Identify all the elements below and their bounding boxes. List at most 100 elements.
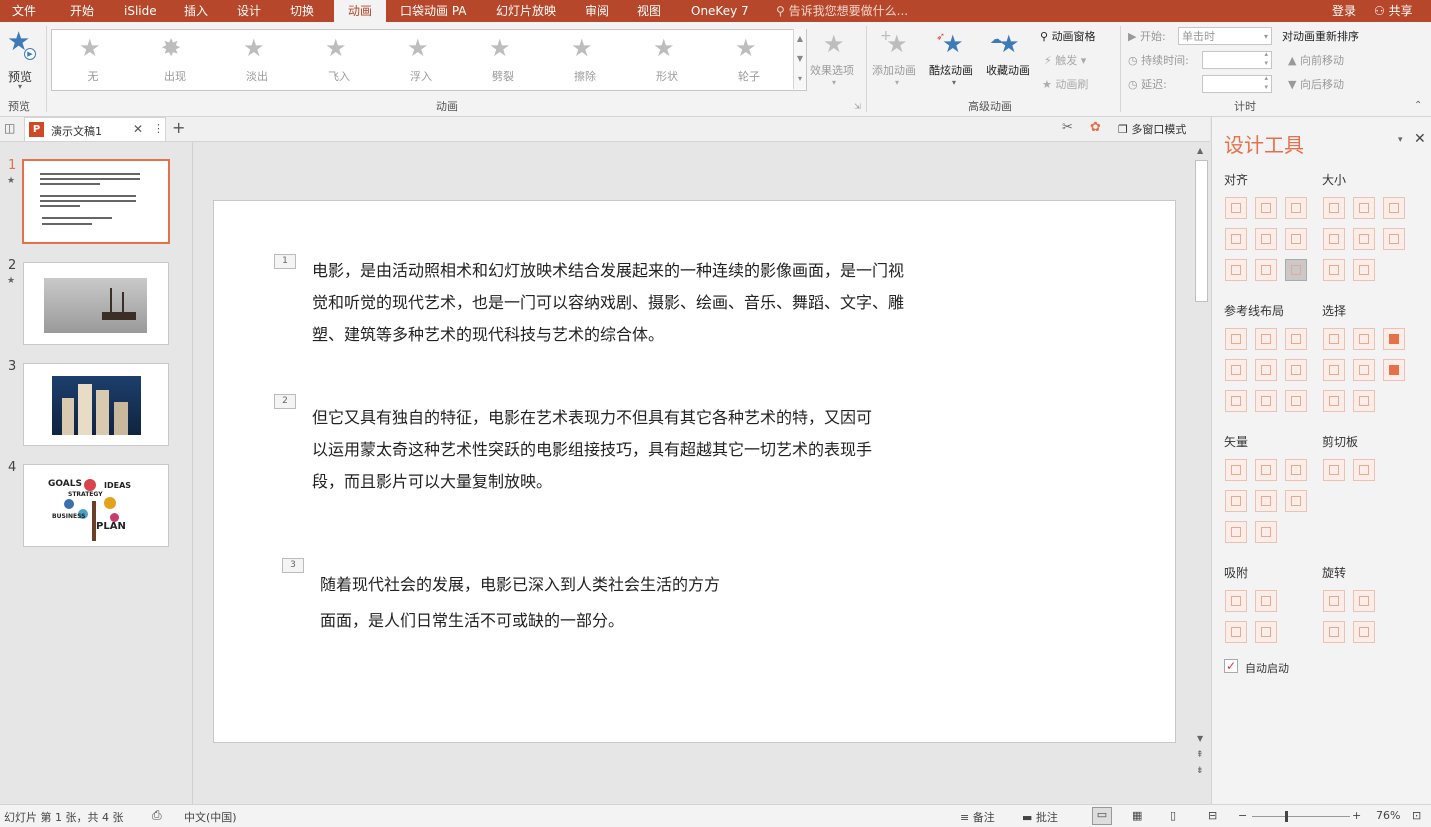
menu-design[interactable]: 设计 [233, 0, 265, 22]
pin-icon[interactable]: ✂ [1062, 120, 1073, 135]
same-width-icon[interactable] [1323, 197, 1345, 219]
multi-window-button[interactable]: ❐ 多窗口模式 [1118, 121, 1186, 137]
animation-tag-3[interactable]: 3 [282, 558, 304, 573]
guide-grid-icon[interactable] [1285, 390, 1307, 412]
cursor-select-icon[interactable] [1383, 359, 1405, 381]
trigger-button[interactable]: ⚡ 触发 ▾ [1044, 52, 1086, 68]
favorite-animation-button[interactable]: ★ ☁ 收藏动画 [984, 26, 1038, 92]
anim-appear[interactable]: ✸ 出现 [134, 30, 216, 90]
menu-transitions[interactable]: 切换 [286, 0, 318, 22]
next-slide-icon[interactable]: ⇟ [1196, 766, 1204, 776]
fit-height-icon[interactable] [1353, 259, 1375, 281]
tab-document[interactable]: P 演示文稿1 ✕ ⋮ [24, 117, 166, 141]
stretch-width-icon[interactable] [1323, 228, 1345, 250]
flip-horizontal-icon[interactable] [1353, 590, 1375, 612]
scroll-up-icon[interactable]: ▲ [794, 29, 806, 49]
scroll-down-icon[interactable]: ▼ [1197, 734, 1203, 743]
spinner-icon[interactable]: ▴ ▾ [1264, 50, 1268, 68]
rotate-right-icon[interactable] [1353, 621, 1375, 643]
scroll-down-icon[interactable]: ▼ [794, 49, 806, 69]
close-icon[interactable]: ✕ [133, 122, 143, 136]
anim-wipe[interactable]: ★ 擦除 [544, 30, 626, 90]
text-vector-icon[interactable] [1225, 521, 1247, 543]
zoom-slider[interactable] [1252, 816, 1350, 817]
scroll-thumb[interactable] [1195, 160, 1208, 302]
select-front-icon[interactable] [1353, 390, 1375, 412]
spinner-icon[interactable]: ▴ ▾ [1264, 74, 1268, 92]
swap-size-icon[interactable] [1383, 228, 1405, 250]
align-center-icon[interactable] [1255, 197, 1277, 219]
select-group-icon[interactable] [1323, 359, 1345, 381]
snap-left-icon[interactable] [1225, 590, 1247, 612]
duration-input[interactable]: ▴ ▾ [1202, 50, 1272, 69]
slide-thumb-4[interactable]: GOALS IDEAS STRATEGY BUSINESS PLAN [23, 464, 169, 547]
anim-wheel[interactable]: ★ 轮子 [708, 30, 790, 90]
zoom-in-icon[interactable]: + [1352, 809, 1361, 822]
gear-icon[interactable]: ✿ [1090, 120, 1101, 135]
menu-slideshow[interactable]: 幻灯片放映 [492, 0, 560, 22]
notes-button[interactable]: ≡ 备注 [960, 809, 995, 825]
outline-icon[interactable] [1285, 490, 1307, 512]
gallery-more-icon[interactable]: ▾ [794, 69, 806, 89]
align-left-icon[interactable] [1225, 197, 1247, 219]
slide-sorter-icon[interactable]: ▦ [1132, 809, 1142, 822]
slide-thumb-1[interactable] [22, 159, 170, 244]
vertical-scrollbar[interactable]: ▲ ▼ ⇞ ⇟ [1193, 144, 1210, 784]
same-size-icon[interactable] [1383, 197, 1405, 219]
select-layer-icon[interactable] [1353, 359, 1375, 381]
animation-pane-button[interactable]: ⚲ 动画窗格 [1040, 28, 1096, 44]
menu-home[interactable]: 开始 [66, 0, 98, 22]
paragraph-2[interactable]: 但它又具有独自的特征，电影在艺术表现力不但具有其它各种艺术的特，又因可 以运用蒙… [312, 402, 872, 498]
animation-tag-1[interactable]: 1 [274, 254, 296, 269]
menu-animations[interactable]: 动画 [334, 0, 386, 22]
copy-icon[interactable] [1323, 459, 1345, 481]
magic-wand-icon[interactable] [1383, 328, 1405, 350]
more-vertical-icon[interactable]: ⋮ [153, 122, 164, 135]
snap-bottom-icon[interactable] [1255, 621, 1277, 643]
login-button[interactable]: 登录 [1328, 0, 1360, 22]
gallery-scrollbar[interactable]: ▲ ▼ ▾ [793, 29, 806, 89]
anim-split[interactable]: ★ 劈裂 [462, 30, 544, 90]
start-select[interactable]: 单击时 ▾ [1178, 27, 1272, 45]
stretch-height-icon[interactable] [1353, 228, 1375, 250]
scroll-up-icon[interactable]: ▲ [1197, 146, 1203, 155]
align-grid-icon[interactable] [1285, 259, 1307, 281]
menu-review[interactable]: 审阅 [581, 0, 613, 22]
guide-left-icon[interactable] [1225, 328, 1247, 350]
anim-fly-in[interactable]: ★ 飞入 [298, 30, 380, 90]
anim-float-in[interactable]: ★ 浮入 [380, 30, 462, 90]
reading-view-icon[interactable]: ▯ [1170, 809, 1176, 822]
align-right-icon[interactable] [1285, 197, 1307, 219]
pane-options-icon[interactable]: ▾ [1398, 135, 1403, 145]
zoom-slider-thumb[interactable] [1285, 811, 1288, 822]
combine-icon[interactable] [1255, 459, 1277, 481]
slide-thumb-3[interactable] [23, 363, 169, 446]
tell-me-box[interactable]: ⚲ 告诉我您想要做什么... [772, 0, 912, 22]
add-animation-button[interactable]: ★ + 添加动画 ▾ [870, 26, 926, 92]
fragment-icon[interactable] [1285, 459, 1307, 481]
tab-list-icon[interactable]: ◫ [4, 121, 15, 135]
guide-center-icon[interactable] [1255, 328, 1277, 350]
menu-file[interactable]: 文件 [8, 0, 40, 22]
language-status[interactable]: 中文(中国) [184, 809, 237, 825]
distribute-horizontal-icon[interactable] [1225, 259, 1247, 281]
normal-view-icon[interactable]: ▭ [1092, 807, 1112, 825]
guide-spread-v-icon[interactable] [1255, 390, 1277, 412]
move-later-button[interactable]: ▼ 向后移动 [1288, 76, 1344, 92]
dialog-launcher-icon[interactable]: ⇲ [854, 102, 861, 111]
snap-right-icon[interactable] [1255, 590, 1277, 612]
flip-vertical-icon[interactable] [1323, 590, 1345, 612]
preview-button[interactable]: ★ ▶ 预览 ▾ [4, 26, 40, 92]
menu-onekey[interactable]: OneKey 7 [687, 0, 753, 22]
comments-button[interactable]: ▬ 批注 [1022, 809, 1058, 825]
fit-window-icon[interactable]: ⊡ [1412, 809, 1421, 822]
collapse-ribbon-icon[interactable]: ⌃ [1414, 100, 1422, 111]
distribute-vertical-icon[interactable] [1255, 259, 1277, 281]
align-top-icon[interactable] [1225, 228, 1247, 250]
delay-input[interactable]: ▴ ▾ [1202, 74, 1272, 93]
menu-view[interactable]: 视图 [633, 0, 665, 22]
animation-tag-2[interactable]: 2 [274, 394, 296, 409]
menu-islide[interactable]: iSlide [120, 0, 161, 22]
animation-gallery[interactable]: ★ 无 ✸ 出现 ★ 淡出 ★ 飞入 ★ 浮入 ★ 劈裂 ★ 擦除 ★ 形状 ★ 轮子 [51, 29, 807, 91]
paste-icon[interactable] [1353, 459, 1375, 481]
